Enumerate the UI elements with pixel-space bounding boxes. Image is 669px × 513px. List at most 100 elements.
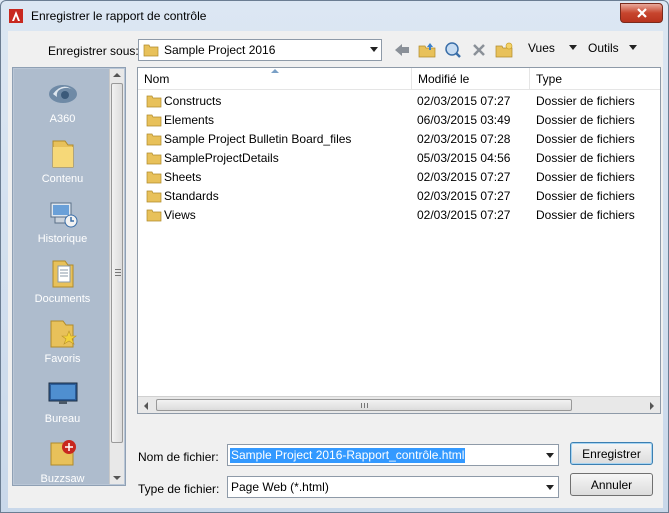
filename-input[interactable]: Sample Project 2016-Rapport_contrôle.htm… bbox=[227, 444, 559, 466]
file-row[interactable]: Views 02/03/2015 07:27 Dossier de fichie… bbox=[138, 206, 660, 225]
views-menu-button[interactable]: Vues bbox=[528, 41, 555, 55]
horizontal-scroll-thumb[interactable] bbox=[156, 399, 572, 411]
folder-icon bbox=[146, 152, 162, 165]
chevron-down-icon[interactable] bbox=[546, 453, 554, 458]
up-folder-button[interactable] bbox=[416, 39, 438, 61]
filetype-value: Page Web (*.html) bbox=[231, 480, 329, 494]
column-header-modified[interactable]: Modifié le bbox=[412, 68, 530, 90]
window-title: Enregistrer le rapport de contrôle bbox=[31, 9, 207, 23]
close-button[interactable] bbox=[620, 3, 663, 23]
save-dialog-window: Enregistrer le rapport de contrôle Enreg… bbox=[0, 0, 669, 513]
file-name: Sample Project Bulletin Board_files bbox=[164, 132, 352, 146]
file-name: Constructs bbox=[164, 94, 222, 108]
file-name: Standards bbox=[164, 189, 219, 203]
folder-icon bbox=[143, 44, 159, 57]
place-label: Favoris bbox=[44, 353, 81, 365]
file-name: SampleProjectDetails bbox=[164, 151, 279, 165]
folder-icon bbox=[146, 95, 162, 108]
file-name: Views bbox=[164, 208, 196, 222]
favorites-icon bbox=[50, 320, 77, 348]
file-row[interactable]: Standards 02/03/2015 07:27 Dossier de fi… bbox=[138, 187, 660, 206]
back-button[interactable] bbox=[391, 39, 413, 61]
scroll-down-arrow-icon[interactable] bbox=[113, 476, 121, 480]
folder-icon bbox=[146, 133, 162, 146]
scroll-grip bbox=[361, 403, 369, 408]
place-a360[interactable]: A360 bbox=[14, 71, 111, 131]
file-type: Dossier de fichiers bbox=[536, 170, 635, 184]
scroll-up-arrow-icon[interactable] bbox=[113, 73, 121, 77]
place-historique[interactable]: Historique bbox=[14, 191, 111, 251]
place-documents[interactable]: Documents bbox=[14, 251, 111, 311]
save-button-label: Enregistrer bbox=[582, 446, 641, 461]
file-type: Dossier de fichiers bbox=[536, 208, 635, 222]
save-in-dropdown[interactable]: Sample Project 2016 bbox=[138, 39, 382, 61]
tools-menu-button[interactable]: Outils bbox=[588, 41, 619, 55]
file-row[interactable]: Sheets 02/03/2015 07:27 Dossier de fichi… bbox=[138, 168, 660, 187]
scroll-left-arrow-icon[interactable] bbox=[144, 402, 148, 410]
delete-icon bbox=[473, 44, 485, 56]
file-modified: 05/03/2015 04:56 bbox=[417, 151, 511, 165]
history-icon bbox=[50, 202, 78, 228]
desktop-icon bbox=[48, 382, 78, 404]
cancel-button-label: Annuler bbox=[590, 477, 633, 492]
file-row[interactable]: Elements 06/03/2015 03:49 Dossier de fic… bbox=[138, 111, 660, 130]
file-row[interactable]: Constructs 02/03/2015 07:27 Dossier de f… bbox=[138, 92, 660, 111]
filename-label: Nom de fichier: bbox=[138, 450, 219, 464]
folder-icon bbox=[146, 114, 162, 127]
dialog-body: Enregistrer sous: Sample Project 2016 Vu… bbox=[8, 31, 663, 508]
column-header-type[interactable]: Type bbox=[530, 68, 660, 90]
file-modified: 02/03/2015 07:27 bbox=[417, 208, 511, 222]
place-buzzsaw[interactable]: Buzzsaw bbox=[14, 431, 111, 491]
horizontal-scrollbar[interactable] bbox=[138, 396, 660, 413]
tools-chevron-down-icon[interactable] bbox=[629, 45, 637, 50]
folder-icon bbox=[146, 190, 162, 203]
file-modified: 02/03/2015 07:28 bbox=[417, 132, 511, 146]
place-favoris[interactable]: Favoris bbox=[14, 311, 111, 371]
place-label: Contenu bbox=[41, 173, 84, 185]
folder-icon bbox=[146, 171, 162, 184]
file-modified: 02/03/2015 07:27 bbox=[417, 170, 511, 184]
place-contenu[interactable]: Contenu bbox=[14, 131, 111, 191]
search-web-button[interactable] bbox=[442, 39, 464, 61]
file-type: Dossier de fichiers bbox=[536, 94, 635, 108]
views-chevron-down-icon[interactable] bbox=[569, 45, 577, 50]
file-modified: 02/03/2015 07:27 bbox=[417, 189, 511, 203]
delete-button[interactable] bbox=[468, 39, 490, 61]
filetype-label: Type de fichier: bbox=[138, 482, 220, 496]
places-scrollbar[interactable] bbox=[109, 69, 124, 484]
file-type: Dossier de fichiers bbox=[536, 132, 635, 146]
place-label: Buzzsaw bbox=[40, 473, 85, 485]
save-button[interactable]: Enregistrer bbox=[570, 442, 653, 465]
scroll-right-arrow-icon[interactable] bbox=[650, 402, 654, 410]
file-list-header: Nom Modifié le Type bbox=[138, 68, 660, 90]
filename-value-selected: Sample Project 2016-Rapport_contrôle.htm… bbox=[230, 448, 466, 463]
column-header-name[interactable]: Nom bbox=[138, 68, 412, 90]
file-name: Elements bbox=[164, 113, 215, 127]
scroll-grip bbox=[115, 269, 121, 277]
file-list[interactable]: Nom Modifié le Type Constructs 02/03/201… bbox=[137, 67, 661, 414]
search-globe-icon bbox=[445, 42, 461, 58]
place-label: A360 bbox=[49, 113, 76, 125]
chevron-down-icon bbox=[546, 485, 554, 490]
file-row[interactable]: SampleProjectDetails 05/03/2015 04:56 Do… bbox=[138, 149, 660, 168]
filetype-select[interactable]: Page Web (*.html) bbox=[227, 476, 559, 498]
file-type: Dossier de fichiers bbox=[536, 151, 635, 165]
new-folder-button[interactable] bbox=[493, 39, 515, 61]
cancel-button[interactable]: Annuler bbox=[570, 473, 653, 496]
close-icon bbox=[636, 8, 647, 18]
autocad-app-icon bbox=[9, 9, 23, 23]
a360-icon bbox=[49, 85, 77, 103]
file-modified: 06/03/2015 03:49 bbox=[417, 113, 511, 127]
title-bar[interactable]: Enregistrer le rapport de contrôle bbox=[1, 1, 668, 31]
file-modified: 02/03/2015 07:27 bbox=[417, 94, 511, 108]
folder-icon bbox=[52, 140, 74, 168]
file-row[interactable]: Sample Project Bulletin Board_files 02/0… bbox=[138, 130, 660, 149]
chevron-down-icon bbox=[370, 47, 378, 52]
place-bureau[interactable]: Bureau bbox=[14, 371, 111, 431]
save-in-label: Enregistrer sous: bbox=[48, 44, 139, 58]
current-folder-text: Sample Project 2016 bbox=[164, 43, 276, 57]
places-sidebar: A360 Contenu Historique Documents Favori… bbox=[12, 67, 126, 486]
scroll-thumb[interactable] bbox=[111, 83, 123, 443]
place-label: Bureau bbox=[44, 413, 81, 425]
folder-icon bbox=[146, 209, 162, 222]
